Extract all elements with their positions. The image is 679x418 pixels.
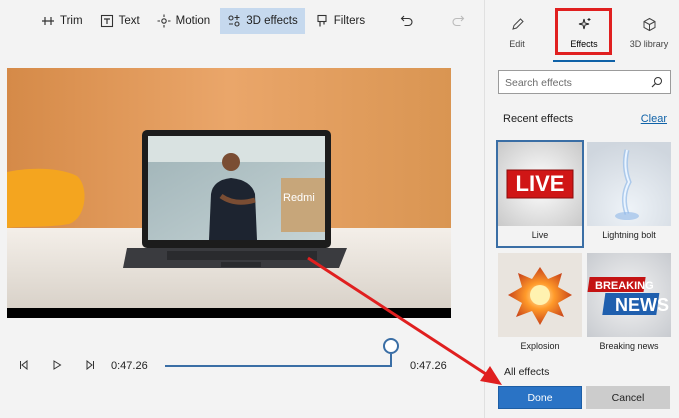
filters-icon <box>317 14 327 27</box>
undo-icon <box>400 15 413 27</box>
3d-effects-label: 3D effects <box>246 15 298 27</box>
tab-edit[interactable]: Edit <box>485 12 549 58</box>
pencil-icon <box>511 18 524 30</box>
skip-forward-button[interactable] <box>82 357 98 373</box>
search-effects-box[interactable] <box>498 70 671 94</box>
motion-button[interactable]: Motion <box>150 8 218 34</box>
text-icon <box>100 14 113 28</box>
play-icon <box>53 360 62 370</box>
annotation-highlight-box <box>555 8 612 55</box>
news-thumb-text: NEWS <box>615 295 669 315</box>
cube-icon <box>643 17 655 32</box>
effects-panel: Edit Effects 3D library Recent effects C… <box>484 0 679 418</box>
3d-effects-button[interactable]: 3D effects <box>220 8 305 34</box>
cancel-button[interactable]: Cancel <box>586 386 670 409</box>
skip-back-icon <box>20 360 28 370</box>
video-frame: Redmi <box>7 68 451 318</box>
current-time: 0:47.26 <box>111 360 148 372</box>
trim-button[interactable]: Trim <box>34 8 90 34</box>
effect-thumb-lightning-bolt <box>587 142 671 226</box>
playback-controls: 0:47.26 0:47.26 <box>0 338 484 400</box>
effect-tile-lightning-bolt[interactable]: Lightning bolt <box>587 142 671 246</box>
effect-thumb-explosion <box>498 253 582 337</box>
text-button[interactable]: Text <box>93 8 147 34</box>
selected-tab-indicator <box>553 60 615 62</box>
effect-label-lightning-bolt: Lightning bolt <box>602 230 656 240</box>
effect-thumb-breaking-news: BREAKING NEWS <box>587 253 671 337</box>
panel-tabs: Edit Effects 3D library <box>485 0 679 64</box>
text-label: Text <box>118 15 140 27</box>
done-button[interactable]: Done <box>498 386 582 409</box>
motion-icon <box>157 14 171 28</box>
clear-recent-link[interactable]: Clear <box>641 113 667 125</box>
redo-button[interactable] <box>442 8 474 34</box>
skip-back-button[interactable] <box>16 357 32 373</box>
effect-label-live: Live <box>531 230 549 240</box>
effect-tile-explosion[interactable]: Explosion <box>498 253 582 357</box>
effect-tile-live[interactable]: LIVE Live <box>496 140 584 248</box>
all-effects-heading: All effects <box>504 366 550 378</box>
effect-tile-breaking-news[interactable]: BREAKING NEWS Breaking news <box>587 253 671 357</box>
recent-effects-heading: Recent effects <box>503 113 574 125</box>
laptop-brand-text: Redmi <box>283 192 315 204</box>
filters-button[interactable]: Filters <box>308 8 372 34</box>
skip-forward-icon <box>86 360 94 370</box>
undo-button[interactable] <box>391 8 423 34</box>
tab-edit-label: Edit <box>509 39 525 49</box>
effect-label-explosion: Explosion <box>520 341 560 351</box>
tab-3d-library-label: 3D library <box>629 39 669 49</box>
seek-thumb[interactable] <box>383 338 399 354</box>
3d-effects-icon <box>228 15 240 27</box>
seek-bar[interactable] <box>165 365 392 367</box>
effect-thumb-live: LIVE <box>498 142 582 226</box>
edit-toolbar: Trim Text Motion 3D effects Filters <box>0 0 484 42</box>
filters-label: Filters <box>333 15 366 27</box>
motion-label: Motion <box>175 15 211 27</box>
video-preview[interactable]: Redmi <box>7 68 451 318</box>
trim-label: Trim <box>60 15 83 27</box>
editor-area: Trim Text Motion 3D effects Filters Redm… <box>0 0 484 418</box>
live-thumb-text: LIVE <box>516 171 565 196</box>
end-time: 0:47.26 <box>410 360 447 372</box>
search-effects-input[interactable] <box>505 75 645 90</box>
tab-3d-library[interactable]: 3D library <box>617 12 679 58</box>
redo-icon <box>452 15 465 27</box>
breaking-thumb-text: BREAKING <box>595 280 654 292</box>
seek-playhead-stem <box>390 354 392 366</box>
play-button[interactable] <box>49 357 65 373</box>
effect-label-breaking-news: Breaking news <box>599 341 659 351</box>
search-icon[interactable] <box>651 76 663 88</box>
trim-icon <box>42 17 54 25</box>
